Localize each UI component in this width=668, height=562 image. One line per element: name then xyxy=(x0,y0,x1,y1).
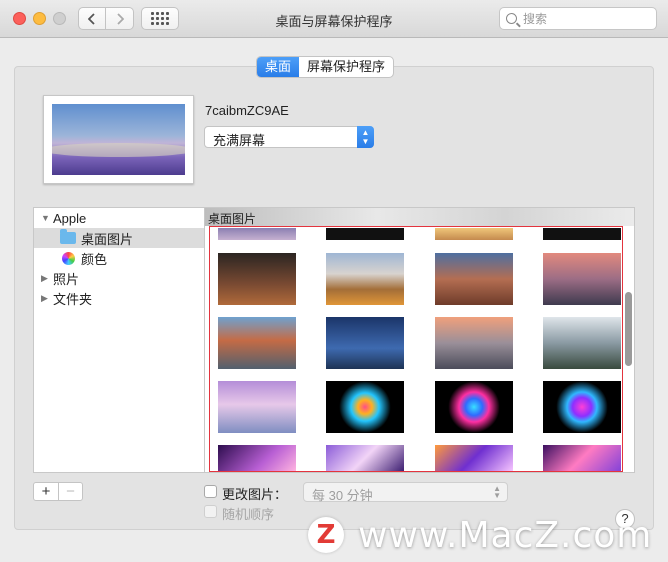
sidebar-item-label: 桌面图片 xyxy=(81,231,134,247)
wallpaper-tile[interactable] xyxy=(543,253,621,305)
wallpaper-name: 7caibmZC9AE xyxy=(205,103,289,118)
change-picture-checkbox[interactable] xyxy=(204,485,217,498)
wallpaper-tile[interactable] xyxy=(543,445,621,471)
sidebar-item-apple[interactable]: ▼ Apple xyxy=(34,208,204,228)
fit-mode-select[interactable]: 充满屏幕 ▲ ▼ xyxy=(204,126,374,148)
search-icon xyxy=(506,13,517,24)
sidebar-item-desktop-pictures[interactable]: 桌面图片 xyxy=(34,228,204,248)
change-picture-label: 更改图片： xyxy=(222,487,288,502)
sidebar-item-label: 文件夹 xyxy=(53,291,93,307)
sidebar-item-label: Apple xyxy=(53,210,87,226)
up-down-arrows-icon: ▲ ▼ xyxy=(493,484,501,500)
source-list: ▼ Apple 桌面图片 颜色 ▶ 照片 ▶ 文件夹 xyxy=(33,207,205,473)
wallpaper-tile[interactable] xyxy=(435,228,513,240)
watermark-text: www.MacZ.com xyxy=(358,514,653,556)
current-wallpaper-preview xyxy=(43,95,194,184)
color-wheel-icon xyxy=(62,251,75,265)
wallpaper-tile[interactable] xyxy=(218,253,296,305)
watermark: Z www.MacZ.com xyxy=(308,514,653,556)
sidebar-item-folders[interactable]: ▶ 文件夹 xyxy=(34,288,204,308)
wallpaper-tile[interactable] xyxy=(326,228,404,240)
sidebar-item-photos[interactable]: ▶ 照片 xyxy=(34,268,204,288)
wallpaper-tile[interactable] xyxy=(218,317,296,369)
random-order-label: 随机顺序 xyxy=(222,507,275,522)
wallpaper-tile[interactable] xyxy=(543,381,621,433)
wallpaper-tile[interactable] xyxy=(435,317,513,369)
up-down-arrows-icon: ▲ ▼ xyxy=(357,126,374,148)
wallpaper-tile[interactable] xyxy=(326,317,404,369)
grid-scrollbar[interactable] xyxy=(625,292,632,366)
add-remove-control: + − xyxy=(33,482,83,501)
wallpaper-tile[interactable] xyxy=(218,381,296,433)
interval-select[interactable]: 每 30 分钟 ▲ ▼ xyxy=(303,482,508,503)
search-field[interactable]: 搜索 xyxy=(499,7,657,30)
wallpaper-tile[interactable] xyxy=(326,253,404,305)
wallpaper-tile[interactable] xyxy=(326,445,404,471)
folder-icon xyxy=(60,229,76,244)
wallpaper-tile[interactable] xyxy=(543,228,621,240)
wallpaper-tile[interactable] xyxy=(435,445,513,471)
disclosure-closed-icon: ▶ xyxy=(41,292,48,303)
wallpaper-tile[interactable] xyxy=(326,381,404,433)
disclosure-closed-icon: ▶ xyxy=(41,272,48,283)
add-folder-button[interactable]: + xyxy=(34,483,58,500)
macz-logo: Z xyxy=(308,517,344,553)
grid-header: 桌面图片 xyxy=(205,208,634,226)
wallpaper-tile[interactable] xyxy=(435,253,513,305)
random-order-checkbox[interactable] xyxy=(204,505,217,518)
sidebar-item-label: 照片 xyxy=(53,271,80,287)
tab-control: 桌面 屏幕保护程序 xyxy=(256,56,395,78)
sidebar-item-label: 颜色 xyxy=(81,251,108,267)
tab-screensaver[interactable]: 屏幕保护程序 xyxy=(299,57,393,77)
interval-value: 每 30 分钟 xyxy=(312,488,373,503)
wallpaper-tile[interactable] xyxy=(218,445,296,471)
tab-desktop[interactable]: 桌面 xyxy=(257,57,300,77)
sidebar-item-colors[interactable]: 颜色 xyxy=(34,248,204,268)
wallpaper-tile[interactable] xyxy=(218,228,296,240)
title-bar: 桌面与屏幕保护程序 搜索 xyxy=(0,0,668,38)
wallpaper-tile[interactable] xyxy=(435,381,513,433)
fit-mode-value: 充满屏幕 xyxy=(213,133,266,148)
wallpaper-thumbnail xyxy=(52,104,185,175)
disclosure-open-icon: ▼ xyxy=(41,213,50,223)
search-placeholder: 搜索 xyxy=(523,12,548,26)
wallpaper-tile[interactable] xyxy=(543,317,621,369)
remove-folder-button[interactable]: − xyxy=(58,483,82,500)
